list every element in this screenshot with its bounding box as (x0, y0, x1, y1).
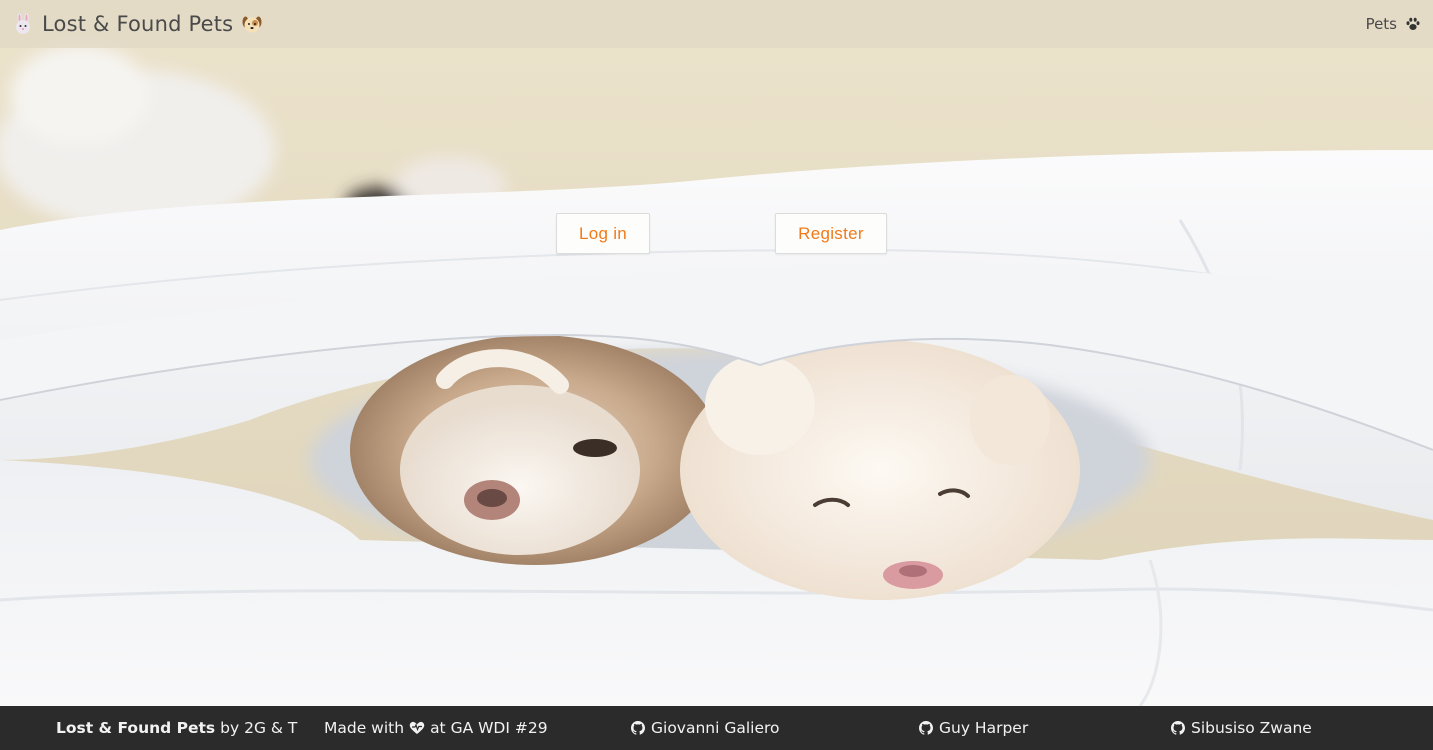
dog-emoji-icon (242, 16, 262, 33)
developer-name: Giovanni Galiero (651, 719, 780, 737)
developer-link-guy[interactable]: Guy Harper (919, 706, 1028, 750)
footer-made-with: Made with at GA WDI #29 (324, 706, 548, 750)
hero-background-image (0, 0, 1433, 706)
developer-name: Sibusiso Zwane (1191, 719, 1312, 737)
puppy-left (350, 335, 720, 565)
heart-icon (409, 721, 425, 734)
brand-title: Lost & Found Pets (42, 12, 234, 36)
top-navbar: Lost & Found Pets Pets (0, 0, 1433, 48)
github-icon (1171, 721, 1185, 735)
footer-app-name: Lost & Found Pets (56, 719, 216, 737)
brand-link[interactable]: Lost & Found Pets (12, 12, 263, 36)
puppies-photo (0, 0, 1433, 706)
github-icon (631, 721, 645, 735)
login-button[interactable]: Log in (556, 213, 650, 254)
footer-by-text: by 2G & T (220, 719, 298, 737)
developer-link-sibusiso[interactable]: Sibusiso Zwane (1171, 706, 1312, 750)
developer-link-giovanni[interactable]: Giovanni Galiero (631, 706, 780, 750)
pets-nav-link[interactable]: Pets (1366, 15, 1421, 33)
page-footer: Lost & Found Pets by 2G & T Made with at… (0, 706, 1433, 750)
at-ga-text: at GA WDI #29 (430, 719, 548, 737)
pets-link-label: Pets (1365, 15, 1397, 33)
github-icon (919, 721, 933, 735)
footer-credits: Lost & Found Pets by 2G & T (56, 706, 297, 750)
rabbit-emoji-icon (16, 13, 30, 34)
register-button[interactable]: Register (775, 213, 887, 254)
developer-name: Guy Harper (939, 719, 1029, 737)
made-with-text: Made with (324, 719, 405, 737)
puppy-right (680, 340, 1080, 600)
paw-icon (1406, 17, 1420, 30)
